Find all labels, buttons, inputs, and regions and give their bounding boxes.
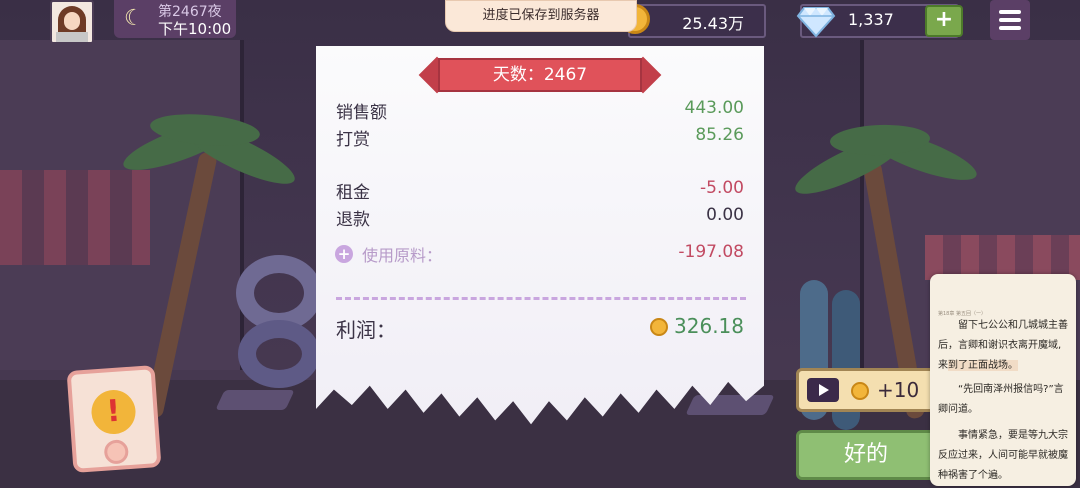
expand-ingredients-icon[interactable]: +	[335, 245, 353, 263]
left-striped-awning	[0, 170, 150, 265]
watch-ad-reward-button[interactable]: +10	[796, 368, 936, 412]
moon-icon: ☾	[124, 6, 144, 31]
reader-paragraph: 留下七公公和几城城主善后，言卿和谢识衣离开魔域,来到了正面战场。	[938, 320, 1068, 371]
day-time-panel: ☾ 第2467夜 下午10:00	[114, 0, 236, 38]
menu-icon	[999, 10, 1021, 14]
gem-amount: 1,337	[848, 10, 894, 29]
refund-value: 0.00	[706, 205, 744, 225]
receipt-divider	[336, 297, 746, 300]
sales-label: 销售额	[336, 103, 387, 123]
alert-card-button[interactable]: !	[66, 365, 162, 473]
save-toast: 进度已保存到服务器	[445, 0, 637, 32]
tips-label: 打赏	[336, 130, 370, 150]
alert-icon: !	[90, 388, 137, 436]
buy-gems-button[interactable]: +	[925, 5, 963, 37]
coin-icon	[650, 318, 668, 336]
ok-button[interactable]: 好的	[796, 430, 936, 480]
beach-chair	[215, 390, 295, 410]
coin-icon	[851, 382, 869, 400]
day-ribbon: 天数：2467	[418, 56, 662, 94]
time-label: 下午10:00	[158, 20, 232, 38]
player-avatar[interactable]	[50, 0, 94, 44]
coin-balance: 25.43万	[620, 4, 766, 38]
day-title: 天数：2467	[492, 65, 588, 85]
rent-label: 租金	[336, 183, 370, 203]
floating-reader-window[interactable]: 第18章 第五回（一） 留下七公公和几城城主善后，言卿和谢识衣离开魔域,来到了正…	[930, 274, 1076, 486]
swim-ring	[238, 320, 320, 388]
coin-amount: 25.43万	[682, 14, 744, 33]
refund-label: 退款	[336, 210, 370, 230]
profit-value: 326.18	[674, 314, 744, 338]
menu-button[interactable]	[990, 0, 1030, 40]
beach-chair	[685, 395, 775, 415]
alert-dot	[103, 439, 130, 465]
reader-paragraph: 事情紧急，要是等九大宗反应过来，人间可能早就被魔种祸害了个遍。	[938, 430, 1068, 481]
profit-label: 利润：	[336, 318, 396, 342]
sales-value: 443.00	[684, 98, 744, 118]
ingredients-label[interactable]: 使用原料：	[362, 242, 442, 266]
play-icon	[807, 378, 839, 402]
diamond-icon	[796, 7, 836, 38]
tips-value: 85.26	[695, 125, 744, 145]
ingredients-value: -197.08	[678, 242, 744, 262]
plus-icon: +	[934, 7, 954, 32]
reader-paragraph: “先回南泽州报信吗?”言卿问道。	[938, 384, 1064, 415]
reward-amount: +10	[877, 378, 920, 402]
rent-value: -5.00	[700, 178, 744, 198]
